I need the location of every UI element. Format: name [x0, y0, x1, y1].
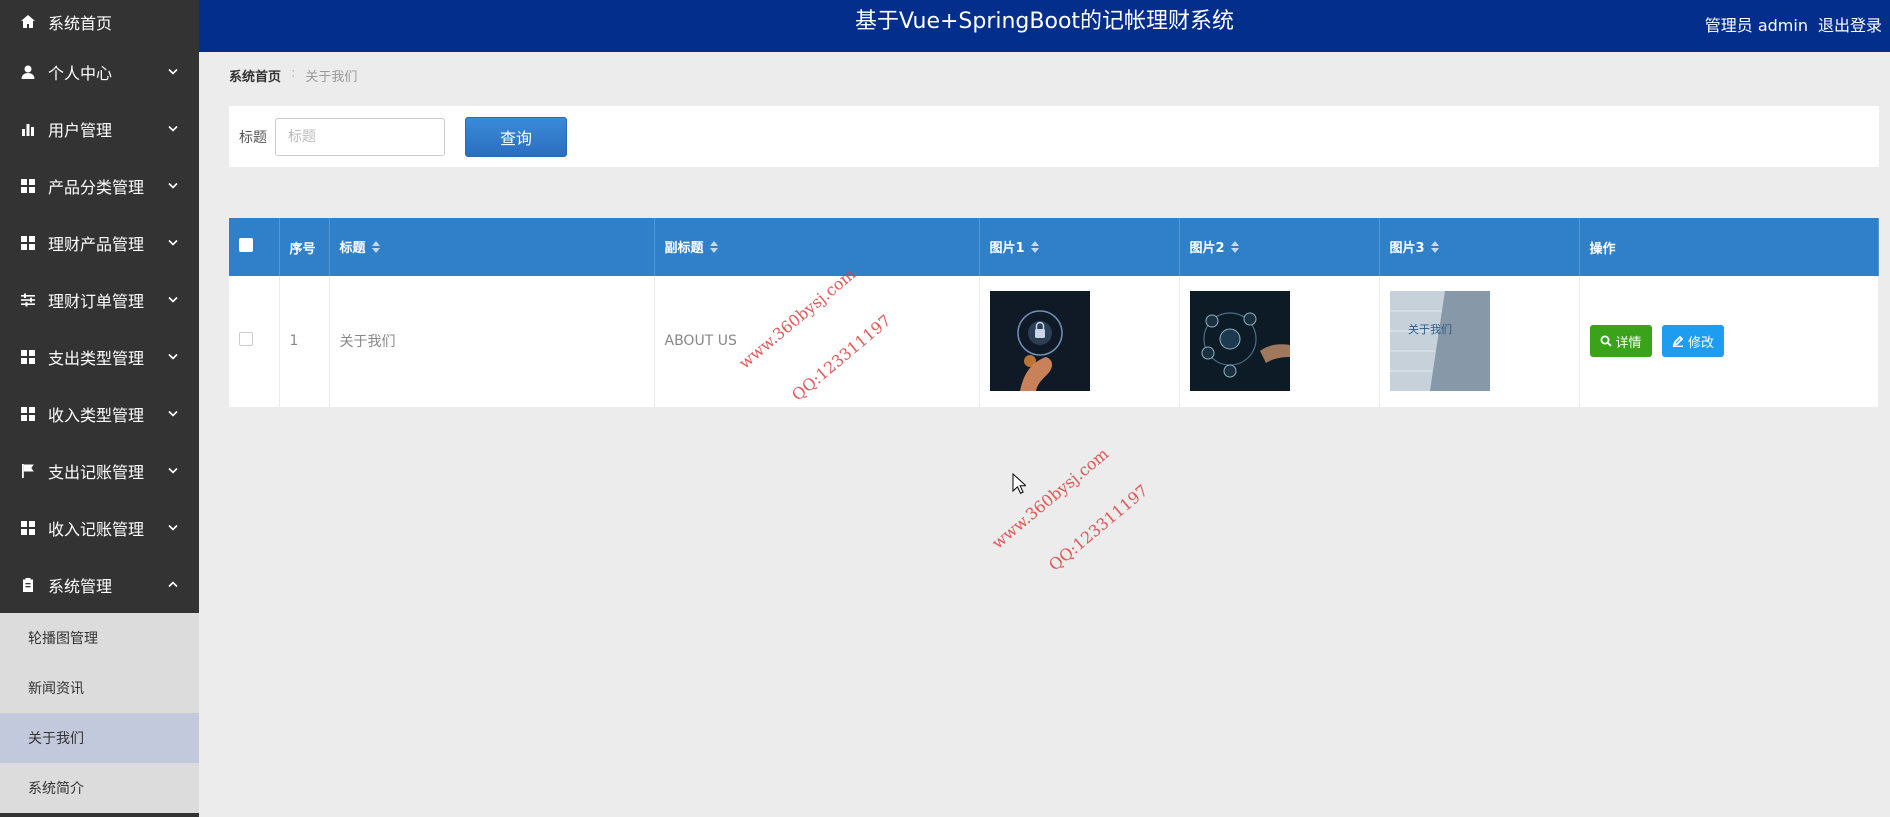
column-header-image3[interactable]: 图片3: [1379, 218, 1580, 276]
sort-icon[interactable]: [1430, 240, 1439, 257]
sort-icon[interactable]: [709, 240, 718, 257]
grid-icon: [20, 406, 36, 422]
column-header-index: 序号: [279, 218, 330, 276]
breadcrumb: 系统首页 : 关于我们: [229, 66, 357, 85]
breadcrumb-current: 关于我们: [305, 70, 358, 85]
grid-icon: [20, 235, 36, 251]
submenu-item-about-us[interactable]: 关于我们: [0, 713, 199, 763]
sliders-icon: [20, 292, 36, 308]
row-checkbox-cell[interactable]: [229, 276, 280, 408]
breadcrumb-separator: :: [291, 66, 296, 81]
sidebar-item-profile[interactable]: 个人中心: [0, 43, 199, 100]
select-all-header[interactable]: [229, 218, 280, 276]
search-button[interactable]: 查询: [465, 116, 567, 157]
sidebar-item-product-category[interactable]: 产品分类管理: [0, 157, 199, 214]
submenu-item-news[interactable]: 新闻资讯: [0, 663, 199, 713]
image3-caption: 关于我们: [1408, 322, 1452, 336]
sidebar-item-label: 支出类型管理: [48, 348, 145, 368]
sidebar-item-income-record[interactable]: 收入记账管理: [0, 499, 199, 556]
system-submenu: 轮播图管理 新闻资讯 关于我们 系统简介: [0, 613, 199, 813]
chevron-down-icon: [167, 233, 179, 252]
search-icon: [1600, 335, 1612, 347]
flag-icon: [20, 463, 36, 479]
grid-icon: [20, 178, 36, 194]
sidebar-item-income-type[interactable]: 收入类型管理: [0, 385, 199, 442]
header-user-area: 管理员 admin 退出登录: [1705, 12, 1882, 36]
column-header-subtitle[interactable]: 副标题: [654, 218, 980, 276]
sidebar-item-users[interactable]: 用户管理: [0, 100, 199, 157]
sidebar-item-label: 系统管理: [48, 576, 113, 596]
cell-actions: 详情 修改: [1579, 276, 1879, 408]
user-role: 管理员 admin: [1704, 16, 1808, 35]
sidebar-item-label: 个人中心: [48, 63, 113, 83]
select-all-checkbox[interactable]: [239, 238, 253, 252]
column-header-actions: 操作: [1579, 218, 1879, 276]
search-panel: 标题 查询: [229, 106, 1879, 167]
logout-link[interactable]: 退出登录: [1818, 12, 1882, 36]
sidebar-item-label: 产品分类管理: [48, 177, 145, 197]
search-label: 标题: [239, 129, 267, 146]
bar-chart-icon: [20, 121, 36, 137]
table-header-row: 序号 标题 副标题 图片1 图片2 图片3 操作: [229, 218, 1879, 276]
cell-index: 1: [279, 276, 330, 408]
edit-button-label: 修改: [1687, 335, 1714, 351]
sidebar-item-finance-product[interactable]: 理财产品管理: [0, 214, 199, 271]
image1-thumbnail[interactable]: [989, 291, 1090, 392]
submenu-item-carousel[interactable]: 轮播图管理: [0, 613, 199, 663]
submenu-item-system-intro[interactable]: 系统简介: [0, 763, 199, 813]
app-title: 基于Vue+SpringBoot的记帐理财系统: [854, 9, 1235, 34]
sidebar-item-label: 系统首页: [48, 13, 113, 33]
sidebar-item-home[interactable]: 系统首页: [0, 0, 199, 43]
sort-icon[interactable]: [1030, 240, 1039, 257]
sidebar-item-finance-order[interactable]: 理财订单管理: [0, 271, 199, 328]
chevron-down-icon: [167, 176, 179, 195]
row-checkbox[interactable]: [239, 332, 253, 347]
sidebar-item-system[interactable]: 系统管理: [0, 556, 199, 613]
chevron-down-icon: [167, 404, 179, 423]
username: admin: [1757, 16, 1808, 35]
chevron-down-icon: [167, 290, 179, 309]
column-header-image1[interactable]: 图片1: [979, 218, 1180, 276]
chevron-down-icon: [167, 518, 179, 537]
mouse-cursor-icon: [1012, 472, 1028, 499]
chevron-down-icon: [167, 461, 179, 480]
home-icon: [20, 14, 36, 30]
clipboard-icon: [20, 577, 36, 593]
image3-thumbnail[interactable]: 关于我们: [1389, 291, 1490, 392]
edit-button[interactable]: 修改: [1661, 325, 1724, 358]
about-us-table: 序号 标题 副标题 图片1 图片2 图片3 操作 1 关于我们 ABOUT US: [229, 218, 1879, 408]
chevron-down-icon: [167, 347, 179, 366]
title-search-input[interactable]: [275, 117, 445, 156]
sidebar-item-expense-type[interactable]: 支出类型管理: [0, 328, 199, 385]
image2-thumbnail[interactable]: [1189, 291, 1290, 392]
sidebar-item-label: 收入类型管理: [48, 405, 145, 425]
sort-icon[interactable]: [1230, 240, 1239, 257]
cell-image1: [979, 276, 1180, 408]
person-icon: [20, 64, 36, 80]
chevron-up-icon: [167, 575, 179, 594]
sidebar-item-label: 支出记账管理: [48, 462, 145, 482]
sidebar-item-label: 理财产品管理: [48, 234, 145, 254]
cell-image2: [1179, 276, 1380, 408]
cell-title: 关于我们: [329, 276, 655, 408]
sidebar-item-label: 理财订单管理: [48, 291, 145, 311]
breadcrumb-home[interactable]: 系统首页: [229, 66, 281, 85]
column-header-image2[interactable]: 图片2: [1179, 218, 1380, 276]
sidebar: 系统首页 个人中心 用户管理 产品分类管理 理财产品管理 理财订单管理 支出类型…: [0, 0, 199, 817]
cell-image3: 关于我们: [1379, 276, 1580, 408]
chevron-down-icon: [167, 62, 179, 81]
detail-button-label: 详情: [1615, 335, 1642, 351]
top-header: 基于Vue+SpringBoot的记帐理财系统 管理员 admin 退出登录: [199, 0, 1890, 52]
sidebar-item-label: 用户管理: [48, 120, 113, 140]
sort-icon[interactable]: [371, 240, 380, 257]
sidebar-item-label: 收入记账管理: [48, 519, 145, 539]
sidebar-item-expense-record[interactable]: 支出记账管理: [0, 442, 199, 499]
grid-icon: [20, 520, 36, 536]
column-header-title[interactable]: 标题: [329, 218, 655, 276]
detail-button[interactable]: 详情: [1589, 325, 1652, 358]
edit-icon: [1672, 335, 1684, 348]
chevron-down-icon: [167, 119, 179, 138]
table-row: 1 关于我们 ABOUT US 关于我们 详情 修改: [229, 276, 1879, 408]
grid-icon: [20, 349, 36, 365]
